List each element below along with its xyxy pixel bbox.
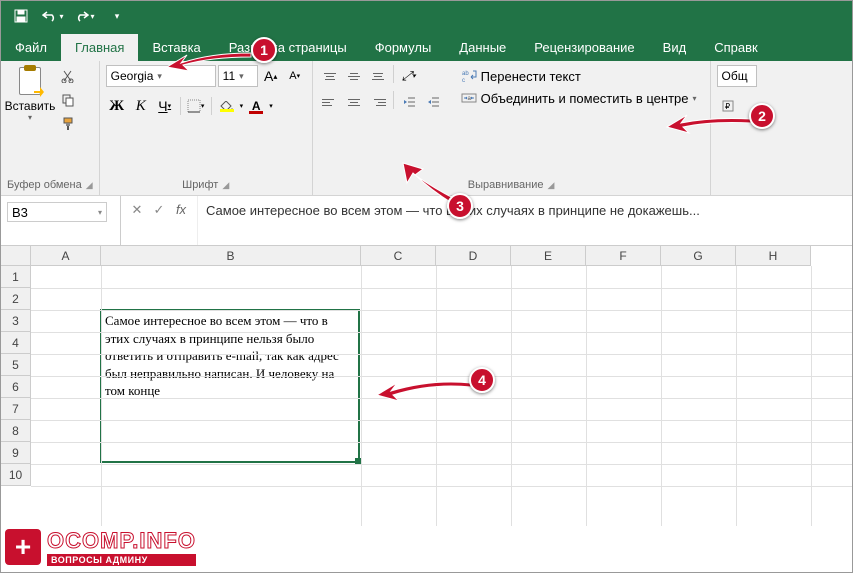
group-clipboard: Вставить ▾ Буфер обмена ◢ [1, 61, 100, 195]
svg-text:ab: ab [462, 71, 469, 77]
tab-file[interactable]: Файл [1, 34, 61, 61]
tab-data[interactable]: Данные [445, 34, 520, 61]
col-head-G[interactable]: G [661, 246, 736, 266]
decrease-indent-icon[interactable] [398, 91, 420, 113]
number-format-value: Общ [722, 69, 748, 83]
watermark-plus-icon: + [5, 529, 41, 565]
align-center-icon[interactable] [343, 91, 365, 113]
borders-icon[interactable]: ▾ [185, 95, 207, 117]
align-middle-icon[interactable] [343, 65, 365, 87]
orientation-icon[interactable]: ⤢▾ [398, 65, 420, 87]
align-launcher-icon[interactable]: ◢ [548, 180, 555, 191]
chevron-down-icon: ▾ [98, 208, 102, 217]
group-alignment: ⤢▾ abc Перенести текст a О [313, 61, 711, 195]
increase-indent-icon[interactable] [422, 91, 444, 113]
annotation-callout-3: 3 [447, 193, 473, 219]
watermark-sub: ВОПРОСЫ АДМИНУ [47, 554, 196, 566]
select-all-corner[interactable] [1, 246, 31, 266]
row-head-2[interactable]: 2 [1, 288, 31, 310]
underline-button[interactable]: Ч▾ [154, 95, 176, 117]
cell-B3[interactable]: Самое интересное во всем этом — что в эт… [101, 310, 355, 464]
tab-view[interactable]: Вид [649, 34, 701, 61]
italic-button[interactable]: К [130, 95, 152, 117]
watermark: + OCOMP.INFO ВОПРОСЫ АДМИНУ [5, 528, 196, 566]
row-head-7[interactable]: 7 [1, 398, 31, 420]
annotation-arrow-1 [161, 41, 261, 81]
group-font: Georgia▾ 11▾ A▴ A▾ Ж К Ч▾ ▾ ▾ A ▾ Шрифт◢ [100, 61, 313, 195]
undo-icon[interactable]: ▾ [41, 4, 65, 28]
fill-color-icon[interactable] [216, 95, 238, 117]
tab-review[interactable]: Рецензирование [520, 34, 648, 61]
copy-icon[interactable] [57, 89, 79, 111]
clipboard-launcher-icon[interactable]: ◢ [86, 180, 93, 191]
svg-text:a: a [467, 96, 471, 102]
annotation-callout-4: 4 [469, 367, 495, 393]
row-head-9[interactable]: 9 [1, 442, 31, 464]
col-head-C[interactable]: C [361, 246, 436, 266]
col-head-F[interactable]: F [586, 246, 661, 266]
font-name-value: Georgia [111, 69, 154, 83]
row-head-10[interactable]: 10 [1, 464, 31, 486]
row-head-8[interactable]: 8 [1, 420, 31, 442]
format-painter-icon[interactable] [57, 113, 79, 135]
paste-button[interactable]: Вставить ▾ [5, 65, 56, 122]
align-top-icon[interactable] [319, 65, 341, 87]
redo-icon[interactable]: ▾ [73, 4, 97, 28]
annotation-callout-1: 1 [251, 37, 277, 63]
col-head-B[interactable]: B [101, 246, 361, 266]
col-head-H[interactable]: H [736, 246, 811, 266]
ribbon-tabs: Файл Главная Вставка Разметка страницы Ф… [1, 31, 852, 61]
wrap-text-button[interactable]: abc Перенести текст [454, 65, 704, 87]
name-box[interactable]: B3 ▾ [7, 202, 107, 222]
tab-formulas[interactable]: Формулы [361, 34, 446, 61]
name-box-value: B3 [12, 205, 28, 220]
cancel-formula-icon[interactable]: ✕ [129, 202, 145, 218]
group-clipboard-label: Буфер обмена [7, 179, 82, 191]
increase-font-icon[interactable]: A▴ [260, 65, 282, 87]
save-icon[interactable] [9, 4, 33, 28]
row-head-1[interactable]: 1 [1, 266, 31, 288]
align-right-icon[interactable] [367, 91, 389, 113]
wrap-text-label: Перенести текст [481, 69, 581, 84]
svg-text:c: c [462, 78, 465, 84]
bold-button[interactable]: Ж [106, 95, 128, 117]
font-color-icon[interactable]: A [245, 95, 267, 117]
enter-formula-icon[interactable]: ✓ [151, 202, 167, 218]
group-font-label: Шрифт [182, 179, 218, 191]
customize-qat-icon[interactable]: ▾ [105, 4, 129, 28]
quick-access-toolbar: ▾ ▾ ▾ [1, 1, 852, 31]
annotation-arrow-4 [371, 371, 481, 411]
col-head-E[interactable]: E [511, 246, 586, 266]
align-left-icon[interactable] [319, 91, 341, 113]
col-head-A[interactable]: A [31, 246, 101, 266]
row-head-6[interactable]: 6 [1, 376, 31, 398]
cut-icon[interactable] [57, 65, 79, 87]
decrease-font-icon[interactable]: A▾ [284, 65, 306, 87]
font-launcher-icon[interactable]: ◢ [222, 180, 229, 191]
number-format-combo[interactable]: Общ [717, 65, 757, 87]
merge-center-button[interactable]: a Объединить и поместить в центре ▾ [454, 87, 704, 109]
tab-help[interactable]: Справк [700, 34, 771, 61]
annotation-callout-2: 2 [749, 103, 775, 129]
watermark-brand: OCOMP.INFO [47, 528, 196, 554]
tab-home[interactable]: Главная [61, 34, 138, 61]
align-bottom-icon[interactable] [367, 65, 389, 87]
group-align-label: Выравнивание [468, 179, 544, 191]
row-head-5[interactable]: 5 [1, 354, 31, 376]
col-head-D[interactable]: D [436, 246, 511, 266]
row-head-4[interactable]: 4 [1, 332, 31, 354]
paste-label: Вставить [5, 99, 56, 113]
formula-text[interactable]: Самое интересное во всем этом — что в эт… [198, 196, 852, 245]
row-head-3[interactable]: 3 [1, 310, 31, 332]
annotation-arrow-2 [661, 107, 761, 143]
merge-center-label: Объединить и поместить в центре [481, 91, 689, 106]
fx-icon[interactable]: fx [173, 202, 189, 217]
